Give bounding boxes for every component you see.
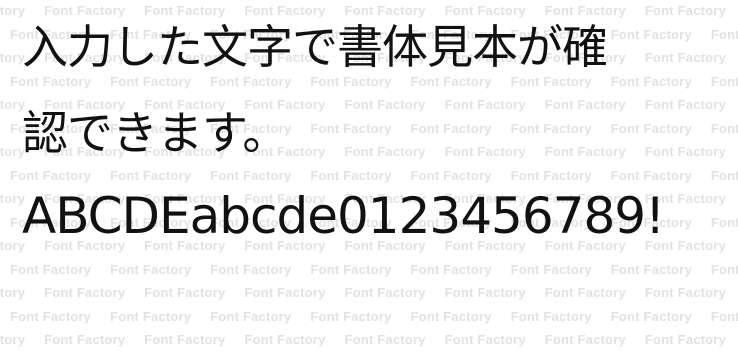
sample-line-2: 認できます。: [22, 106, 288, 160]
font-sample-text: 入力した文字で書体見本が確 認できます。 ABCDEabcde012345678…: [0, 0, 738, 356]
font-preview-canvas: Font FactoryFont FactoryFont FactoryFont…: [0, 0, 738, 356]
sample-line-1: 入力した文字で書体見本が確: [22, 20, 608, 74]
sample-line-3: ABCDEabcde0123456789!: [22, 187, 665, 245]
